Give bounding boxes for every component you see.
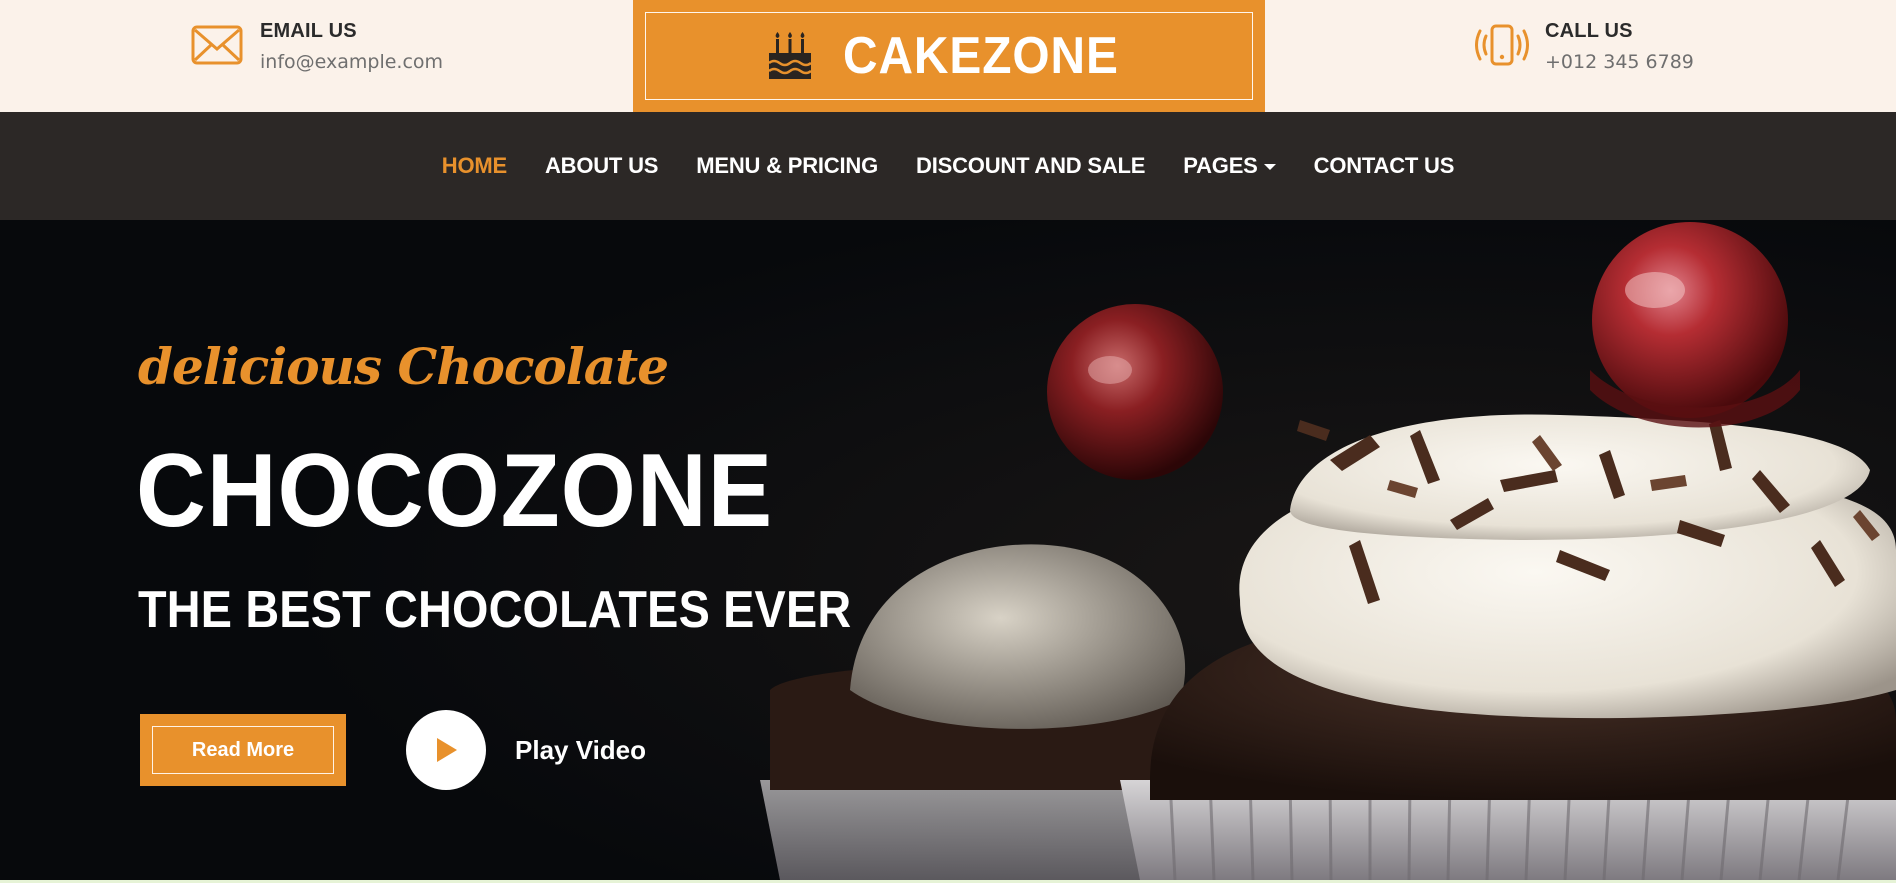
email-contact: EMAIL US info@example.com xyxy=(190,18,443,73)
nav-home[interactable]: HOME xyxy=(442,153,507,179)
call-contact: CALL US +012 345 6789 xyxy=(1475,18,1694,73)
play-icon xyxy=(437,738,457,762)
logo-frame: CAKEZONE xyxy=(645,12,1253,100)
play-video-button[interactable] xyxy=(406,710,486,790)
main-nav: HOME ABOUT US MENU & PRICING DISCOUNT AN… xyxy=(0,112,1896,220)
envelope-icon xyxy=(190,18,244,72)
cake-icon xyxy=(768,32,812,79)
phone-icon xyxy=(1475,18,1529,72)
email-value[interactable]: info@example.com xyxy=(260,51,443,73)
call-title: CALL US xyxy=(1545,20,1633,42)
read-more-button[interactable]: Read More xyxy=(140,714,346,786)
top-bar: EMAIL US info@example.com CAKEZONE CALL … xyxy=(0,0,1896,112)
hero-headline: CHOCOZONE xyxy=(136,433,774,549)
hero-kicker: delicious Chocolate xyxy=(138,337,669,396)
nav-menu-pricing[interactable]: MENU & PRICING xyxy=(696,153,878,179)
nav-discount-sale[interactable]: DISCOUNT AND SALE xyxy=(916,153,1145,179)
read-more-label: Read More xyxy=(152,726,334,774)
logo-text: CAKEZONE xyxy=(843,27,1119,85)
nav-about-us[interactable]: ABOUT US xyxy=(545,153,658,179)
email-title: EMAIL US xyxy=(260,20,357,42)
site-logo[interactable]: CAKEZONE xyxy=(633,0,1265,112)
play-video-label[interactable]: Play Video xyxy=(515,735,646,766)
caret-down-icon xyxy=(1263,164,1276,170)
nav-pages-dropdown[interactable]: PAGES xyxy=(1183,153,1276,179)
nav-contact-us[interactable]: CONTACT US xyxy=(1314,153,1455,179)
hero-subline: THE BEST CHOCOLATES EVER xyxy=(138,581,852,639)
call-value[interactable]: +012 345 6789 xyxy=(1545,51,1694,73)
nav-pages-label: PAGES xyxy=(1183,153,1258,178)
